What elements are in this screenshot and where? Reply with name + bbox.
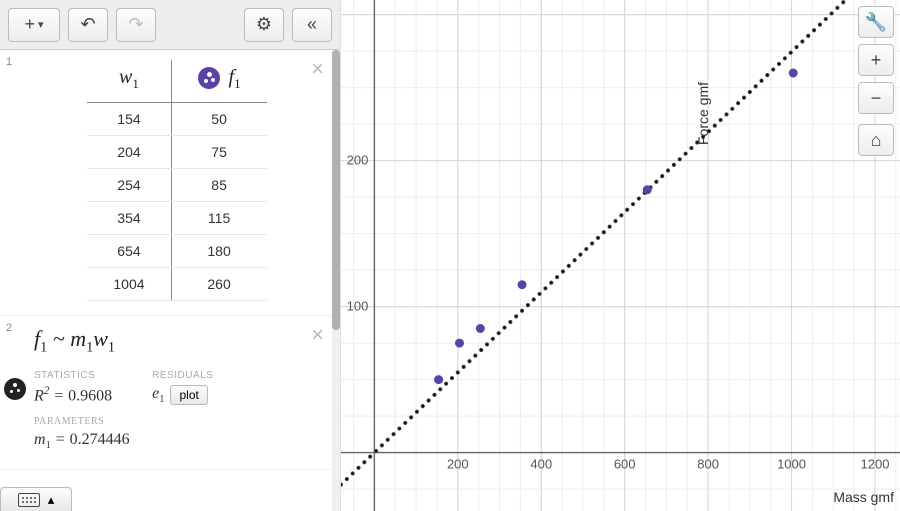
zoom-out-button[interactable]: −: [858, 82, 894, 114]
svg-text:800: 800: [697, 457, 719, 472]
expression-index: 1: [0, 50, 30, 315]
chevron-up-icon: ▴: [48, 492, 55, 508]
data-table[interactable]: w1 f1 15450 20475: [87, 60, 266, 301]
undo-icon: ↶: [80, 14, 95, 35]
cell-f[interactable]: 115: [171, 202, 267, 235]
table-row[interactable]: 20475: [87, 136, 266, 169]
formula-m: m: [70, 326, 86, 351]
redo-button[interactable]: ↷: [116, 8, 156, 42]
plus-icon: +: [871, 50, 882, 71]
home-button[interactable]: ⌂: [858, 124, 894, 156]
var-w-sub: 1: [132, 76, 139, 91]
svg-text:200: 200: [447, 457, 469, 472]
cell-f[interactable]: 260: [171, 268, 267, 301]
svg-text:200: 200: [347, 153, 369, 168]
minus-icon: −: [871, 88, 882, 109]
add-expression-button[interactable]: + ▾: [8, 8, 60, 42]
cell-w[interactable]: 654: [87, 235, 171, 268]
cell-w[interactable]: 254: [87, 169, 171, 202]
home-icon: ⌂: [871, 130, 882, 151]
cell-w[interactable]: 1004: [87, 268, 171, 301]
graph-area[interactable]: 200 400 600 800 1000 1200 100 200 Force gmf Mas…: [341, 0, 900, 511]
svg-text:100: 100: [347, 299, 369, 314]
statistics-block: STATISTICS R2 = 0.9608: [34, 370, 112, 405]
cell-f[interactable]: 50: [171, 103, 267, 136]
table-row[interactable]: 25485: [87, 169, 266, 202]
parameters-block: PARAMETERS m1 = 0.274446: [34, 416, 320, 451]
cell-w[interactable]: 154: [87, 103, 171, 136]
formula-op: ~: [47, 326, 70, 351]
expression-regression[interactable]: 2 × f1 ~ m1w1 STATISTICS R2 = 0.9608: [0, 316, 332, 470]
collapse-panel-button[interactable]: «: [292, 8, 332, 42]
residuals-label: RESIDUALS: [152, 370, 213, 381]
regression-series-icon[interactable]: [4, 378, 26, 400]
graph-controls: 🔧 + − ⌂: [858, 6, 894, 156]
plot-residuals-button[interactable]: plot: [170, 385, 207, 405]
table-header-w[interactable]: w1: [87, 60, 171, 103]
expression-panel: + ▾ ↶ ↷ ⚙ « 1 ×: [0, 0, 341, 511]
table-header-f[interactable]: f1: [171, 60, 267, 103]
svg-text:400: 400: [530, 457, 552, 472]
chevron-double-left-icon: «: [307, 14, 317, 35]
x-axis-label: Mass gmf: [833, 489, 894, 505]
table-row[interactable]: 654180: [87, 235, 266, 268]
table-row[interactable]: 354115: [87, 202, 266, 235]
cell-f[interactable]: 85: [171, 169, 267, 202]
var-w: w: [119, 66, 132, 88]
plus-icon: +: [24, 14, 35, 35]
expression-list: 1 × w1 f1: [0, 50, 340, 511]
close-icon[interactable]: ×: [311, 56, 324, 82]
scrollbar-track[interactable]: [332, 50, 340, 511]
graph-svg: 200 400 600 800 1000 1200 100 200: [341, 0, 900, 511]
svg-text:1000: 1000: [777, 457, 806, 472]
y-axis-label: Force gmf: [695, 82, 711, 145]
redo-icon: ↷: [128, 14, 143, 35]
settings-button[interactable]: ⚙: [244, 8, 284, 42]
regression-formula[interactable]: f1 ~ m1w1: [34, 326, 320, 356]
table-row[interactable]: 15450: [87, 103, 266, 136]
formula-w: w: [93, 326, 108, 351]
parameter-m1-value: m1 = 0.274446: [34, 431, 320, 451]
svg-text:1200: 1200: [861, 457, 890, 472]
close-icon[interactable]: ×: [311, 322, 324, 348]
cell-w[interactable]: 354: [87, 202, 171, 235]
cell-w[interactable]: 204: [87, 136, 171, 169]
keyboard-icon: [18, 493, 40, 507]
gear-icon: ⚙: [256, 14, 272, 35]
keypad-toggle-button[interactable]: ▴: [0, 487, 72, 511]
series-color-icon[interactable]: [198, 67, 220, 89]
formula-w-sub: 1: [108, 339, 115, 355]
svg-text:600: 600: [614, 457, 636, 472]
residuals-block: RESIDUALS e1 plot: [152, 370, 213, 405]
r-squared-value: R2 = 0.9608: [34, 385, 112, 405]
cell-f[interactable]: 75: [171, 136, 267, 169]
zoom-in-button[interactable]: +: [858, 44, 894, 76]
expression-table[interactable]: 1 × w1 f1: [0, 50, 332, 316]
scrollbar-thumb[interactable]: [332, 50, 340, 330]
graph-settings-button[interactable]: 🔧: [858, 6, 894, 38]
table-row[interactable]: 1004260: [87, 268, 266, 301]
cell-f[interactable]: 180: [171, 235, 267, 268]
statistics-label: STATISTICS: [34, 370, 112, 381]
parameters-label: PARAMETERS: [34, 416, 320, 427]
residuals-symbol: e1: [152, 385, 164, 405]
undo-button[interactable]: ↶: [68, 8, 108, 42]
wrench-icon: 🔧: [865, 12, 887, 33]
var-f-sub: 1: [234, 76, 241, 91]
chevron-down-icon: ▾: [38, 18, 44, 31]
toolbar: + ▾ ↶ ↷ ⚙ «: [0, 0, 340, 50]
